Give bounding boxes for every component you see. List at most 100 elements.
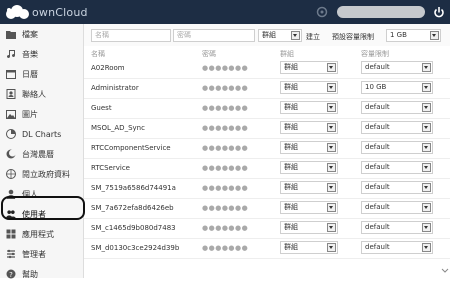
user-password[interactable]: ●●●●●●● — [202, 104, 248, 112]
chevron-down-icon — [327, 103, 336, 112]
user-password[interactable]: ●●●●●●● — [202, 64, 248, 72]
quota-value: default — [365, 183, 390, 191]
user-group-select[interactable]: 群組 — [280, 101, 338, 114]
sidebar-item-label: 閱立政府資料 — [22, 169, 70, 179]
sidebar-item-calendar[interactable]: 日曆 — [0, 64, 83, 84]
user-name: SM_c1465d9b080d7483 — [91, 224, 176, 232]
sidebar-item-lunar[interactable]: 台灣農曆 — [0, 144, 83, 164]
user-password[interactable]: ●●●●●●● — [202, 124, 248, 132]
user-quota-select[interactable]: default — [361, 121, 433, 134]
user-group-select[interactable]: 群組 — [280, 141, 338, 154]
chevron-down-icon — [327, 243, 336, 252]
user-quota-select[interactable]: default — [361, 181, 433, 194]
chevron-down-icon — [327, 223, 336, 232]
logo[interactable]: ownCloud — [4, 4, 88, 20]
chevron-down-icon — [327, 123, 336, 132]
quota-value: default — [365, 203, 390, 211]
scroll-down-icon[interactable] — [440, 262, 450, 278]
user-group-select[interactable]: 群組 — [280, 241, 338, 254]
user-quota-select[interactable]: default — [361, 101, 433, 114]
default-quota-select[interactable]: 1 GB — [386, 29, 441, 42]
chevron-down-icon — [422, 183, 431, 192]
sidebar: 檔案 音樂 日曆 聯絡人 圖片 DL Charts 台灣農曆 閱立政府資料 個人… — [0, 24, 84, 279]
chevron-down-icon — [422, 63, 431, 72]
sidebar-item-opendata[interactable]: 閱立政府資料 — [0, 164, 83, 184]
user-name: Administrator — [91, 84, 139, 92]
owncloud-logo-icon — [6, 5, 29, 19]
sidebar-item-label: 應用程式 — [22, 229, 54, 239]
user-group-select[interactable]: 群組 — [280, 121, 338, 134]
new-user-name-input[interactable]: 名稱 — [91, 29, 171, 42]
table-row: Administrator ●●●●●●● 群組 10 GB — [84, 78, 450, 99]
user-password[interactable]: ●●●●●●● — [202, 144, 248, 152]
user-quota-select[interactable]: default — [361, 221, 433, 234]
sidebar-item-help[interactable]: ? 幫助 — [0, 264, 83, 284]
create-button[interactable]: 建立 — [306, 32, 320, 42]
power-icon[interactable] — [433, 5, 445, 19]
sidebar-item-label: 音樂 — [22, 49, 38, 59]
quota-value: default — [365, 143, 390, 151]
folder-icon — [6, 29, 16, 39]
quota-value: 10 GB — [365, 83, 387, 91]
chevron-down-icon — [422, 203, 431, 212]
table-row: SM_7519a6586d74491a ●●●●●●● 群組 default — [84, 178, 450, 199]
group-value: 群組 — [284, 63, 298, 71]
user-password[interactable]: ●●●●●●● — [202, 164, 248, 172]
chevron-down-icon — [422, 123, 431, 132]
settings-icon[interactable] — [316, 6, 328, 18]
user-quota-select[interactable]: default — [361, 161, 433, 174]
quota-value: default — [365, 243, 390, 251]
chevron-down-icon — [422, 83, 431, 92]
apps-icon — [6, 229, 16, 239]
chevron-down-icon — [327, 63, 336, 72]
user-name: A02Room — [91, 64, 125, 72]
user-group-select[interactable]: 群組 — [280, 61, 338, 74]
sidebar-item-music[interactable]: 音樂 — [0, 44, 83, 64]
user-quota-select[interactable]: default — [361, 61, 433, 74]
user-password[interactable]: ●●●●●●● — [202, 224, 248, 232]
user-quota-select[interactable]: default — [361, 201, 433, 214]
chevron-down-icon — [422, 103, 431, 112]
user-password[interactable]: ●●●●●●● — [202, 84, 248, 92]
user-name: RTCService — [91, 164, 130, 172]
chevron-down-icon — [327, 83, 336, 92]
sidebar-item-admin[interactable]: 管理者 — [0, 244, 83, 264]
user-password[interactable]: ●●●●●●● — [202, 244, 248, 252]
user-quota-select[interactable]: 10 GB — [361, 81, 433, 94]
user-group-select[interactable]: 群組 — [280, 221, 338, 234]
user-group-select[interactable]: 群組 — [280, 81, 338, 94]
user-menu[interactable] — [337, 6, 425, 18]
user-group-select[interactable]: 群組 — [280, 161, 338, 174]
group-select-value: 群組 — [262, 31, 276, 39]
chart-icon — [6, 129, 16, 139]
sidebar-item-files[interactable]: 檔案 — [0, 24, 83, 44]
user-password[interactable]: ●●●●●●● — [202, 184, 248, 192]
table-row: A02Room ●●●●●●● 群組 default — [84, 58, 450, 79]
quota-value: default — [365, 63, 390, 71]
sidebar-item-apps[interactable]: 應用程式 — [0, 224, 83, 244]
user-name: Guest — [91, 104, 112, 112]
admin-icon — [6, 249, 16, 259]
new-user-group-select[interactable]: 群組 — [258, 29, 302, 42]
sidebar-item-contacts[interactable]: 聯絡人 — [0, 84, 83, 104]
user-quota-select[interactable]: default — [361, 141, 433, 154]
user-group-select[interactable]: 群組 — [280, 181, 338, 194]
table-row: SM_c1465d9b080d7483 ●●●●●●● 群組 default — [84, 218, 450, 239]
sidebar-item-label: 檔案 — [22, 29, 38, 39]
chevron-down-icon — [430, 31, 439, 40]
table-row: RTCComponentService ●●●●●●● 群組 default — [84, 138, 450, 159]
quota-value: default — [365, 123, 390, 131]
chevron-down-icon — [327, 163, 336, 172]
image-icon — [6, 109, 16, 119]
users-highlight-outline — [1, 196, 85, 220]
calendar-icon — [6, 69, 16, 79]
table-row: MSOL_AD_Sync ●●●●●●● 群組 default — [84, 118, 450, 139]
sidebar-item-dl-charts[interactable]: DL Charts — [0, 124, 83, 144]
user-password[interactable]: ●●●●●●● — [202, 204, 248, 212]
new-user-password-input[interactable]: 密碼 — [173, 29, 255, 42]
sidebar-item-pictures[interactable]: 圖片 — [0, 104, 83, 124]
user-quota-select[interactable]: default — [361, 241, 433, 254]
user-name: MSOL_AD_Sync — [91, 124, 145, 132]
chevron-down-icon — [422, 163, 431, 172]
user-group-select[interactable]: 群組 — [280, 201, 338, 214]
